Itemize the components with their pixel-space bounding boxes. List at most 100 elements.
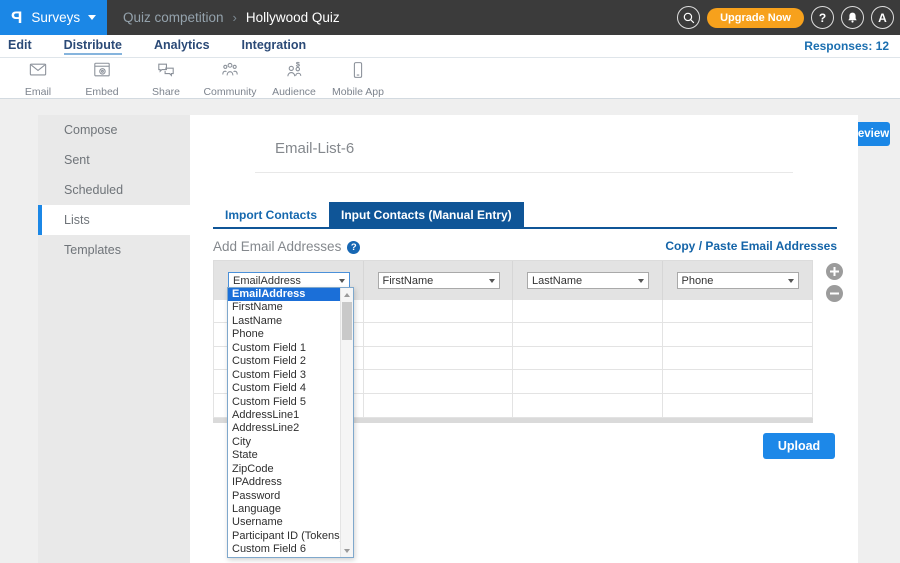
channel-audience[interactable]: $ Audience — [262, 58, 326, 99]
contact-cell[interactable] — [513, 323, 663, 345]
dropdown-option-addressline1[interactable]: AddressLine1 — [228, 409, 340, 422]
dropdown-option-language[interactable]: Language — [228, 503, 340, 516]
nav-tab-analytics[interactable]: Analytics — [154, 38, 210, 55]
avatar-initial: A — [878, 11, 887, 25]
channel-share[interactable]: Share — [134, 58, 198, 99]
app-window: P Surveys Quiz competition › Hollywood Q… — [0, 0, 900, 563]
contact-cell[interactable] — [364, 347, 514, 369]
contact-cell[interactable] — [663, 370, 813, 392]
contact-cell[interactable] — [513, 347, 663, 369]
dropdown-option-custom-field-4[interactable]: Custom Field 4 — [228, 382, 340, 395]
contact-cell[interactable] — [663, 323, 813, 345]
questionpro-logo-icon: P — [11, 8, 22, 28]
dropdown-option-password[interactable]: Password — [228, 490, 340, 503]
field-column-header: LastName — [513, 261, 663, 300]
dropdown-option-addressline2[interactable]: AddressLine2 — [228, 422, 340, 435]
add-column-button[interactable] — [826, 263, 843, 280]
triangle-up-icon — [344, 293, 350, 297]
upgrade-now-button[interactable]: Upgrade Now — [707, 8, 804, 28]
dropdown-option-emailaddress[interactable]: EmailAddress — [228, 288, 340, 301]
contact-cell[interactable] — [663, 394, 813, 417]
email-sidebar: ComposeSentScheduledListsTemplates — [38, 115, 190, 563]
channel-label: Audience — [272, 86, 316, 98]
tab-import-contacts[interactable]: Import Contacts — [213, 202, 329, 227]
copy-paste-link[interactable]: Copy / Paste Email Addresses — [665, 239, 837, 253]
field-options-list: EmailAddressFirstNameLastNamePhoneCustom… — [228, 288, 340, 557]
triangle-down-icon — [344, 549, 350, 553]
scrollbar-thumb[interactable] — [342, 302, 352, 340]
breadcrumb-current-survey: Hollywood Quiz — [246, 10, 340, 25]
sidebar-item-compose[interactable]: Compose — [38, 115, 190, 145]
sidebar-item-templates[interactable]: Templates — [38, 235, 190, 265]
selected-field-value: EmailAddress — [233, 275, 301, 287]
help-icon[interactable]: ? — [347, 241, 360, 254]
search-button[interactable] — [677, 6, 700, 29]
channel-email[interactable]: Email — [6, 58, 70, 99]
select-caret-icon — [638, 279, 644, 283]
help-button[interactable]: ? — [811, 6, 834, 29]
responses-count[interactable]: Responses: 12 — [804, 39, 889, 53]
remove-column-button[interactable] — [826, 285, 843, 302]
select-caret-icon — [788, 279, 794, 283]
minus-icon — [830, 289, 839, 298]
dropdown-option-state[interactable]: State — [228, 449, 340, 462]
nav-tab-distribute[interactable]: Distribute — [64, 38, 122, 55]
contact-cell[interactable] — [663, 347, 813, 369]
dropdown-option-phone[interactable]: Phone — [228, 328, 340, 341]
contact-cell[interactable] — [364, 300, 514, 322]
dropdown-option-custom-field-5[interactable]: Custom Field 5 — [228, 396, 340, 409]
dropdown-option-custom-field-2[interactable]: Custom Field 2 — [228, 355, 340, 368]
scroll-up-button[interactable] — [341, 288, 353, 301]
list-name-title: Email-List-6 — [275, 140, 354, 157]
field-select-phone[interactable]: Phone — [677, 272, 799, 289]
nav-tab-edit[interactable]: Edit — [8, 38, 32, 55]
dropdown-option-custom-field-1[interactable]: Custom Field 1 — [228, 342, 340, 355]
dropdown-option-custom-field-3[interactable]: Custom Field 3 — [228, 369, 340, 382]
tab-input-contacts-manual-entry-[interactable]: Input Contacts (Manual Entry) — [329, 202, 524, 227]
upload-button[interactable]: Upload — [763, 433, 835, 459]
distribute-channels: EmailEmbed Share Community $ Audience Mobile … — [6, 58, 390, 99]
field-select-firstname[interactable]: FirstName — [378, 272, 500, 289]
contact-cell[interactable] — [513, 394, 663, 417]
contact-cell[interactable] — [663, 300, 813, 322]
nav-tab-integration[interactable]: Integration — [242, 38, 307, 55]
dropdown-option-custom-field-6[interactable]: Custom Field 6 — [228, 543, 340, 556]
dropdown-option-zipcode[interactable]: ZipCode — [228, 463, 340, 476]
plus-icon — [830, 267, 839, 276]
breadcrumb-separator: › — [233, 10, 237, 25]
channel-embed[interactable]: Embed — [70, 58, 134, 99]
contact-cell[interactable] — [513, 300, 663, 322]
channel-community[interactable]: Community — [198, 58, 262, 99]
dropdown-option-lastname[interactable]: LastName — [228, 315, 340, 328]
audience-icon: $ — [284, 61, 304, 84]
field-select-lastname[interactable]: LastName — [527, 272, 649, 289]
notifications-button[interactable] — [841, 6, 864, 29]
account-avatar[interactable]: A — [871, 6, 894, 29]
breadcrumb-survey-folder[interactable]: Quiz competition — [123, 10, 224, 25]
dropdown-scrollbar[interactable] — [340, 288, 353, 557]
sidebar-item-scheduled[interactable]: Scheduled — [38, 175, 190, 205]
sidebar-item-sent[interactable]: Sent — [38, 145, 190, 175]
surveys-menu-button[interactable]: P Surveys — [0, 0, 107, 35]
chevron-down-icon — [88, 15, 96, 20]
sidebar-item-lists[interactable]: Lists — [38, 205, 190, 235]
contact-cell[interactable] — [364, 394, 514, 417]
scroll-down-button[interactable] — [341, 544, 353, 557]
dropdown-option-city[interactable]: City — [228, 436, 340, 449]
dropdown-option-username[interactable]: Username — [228, 516, 340, 529]
channel-mobile-app[interactable]: Mobile App — [326, 58, 390, 99]
dropdown-option-participant-id-tokens-[interactable]: Participant ID (Tokens) — [228, 530, 340, 543]
contact-cell[interactable] — [513, 370, 663, 392]
field-select-dropdown: EmailAddressFirstNameLastNamePhoneCustom… — [227, 287, 354, 558]
dropdown-option-firstname[interactable]: FirstName — [228, 301, 340, 314]
contact-cell[interactable] — [364, 323, 514, 345]
selected-field-value: FirstName — [383, 275, 434, 287]
channel-label: Mobile App — [332, 86, 384, 98]
channel-label: Share — [152, 86, 180, 98]
dropdown-option-ipaddress[interactable]: IPAddress — [228, 476, 340, 489]
contact-cell[interactable] — [364, 370, 514, 392]
field-column-header: FirstName — [364, 261, 514, 300]
survey-nav-items: Edit Distribute Analytics Integration — [8, 38, 338, 55]
selected-field-value: LastName — [532, 275, 582, 287]
topbar: P Surveys Quiz competition › Hollywood Q… — [0, 0, 900, 35]
